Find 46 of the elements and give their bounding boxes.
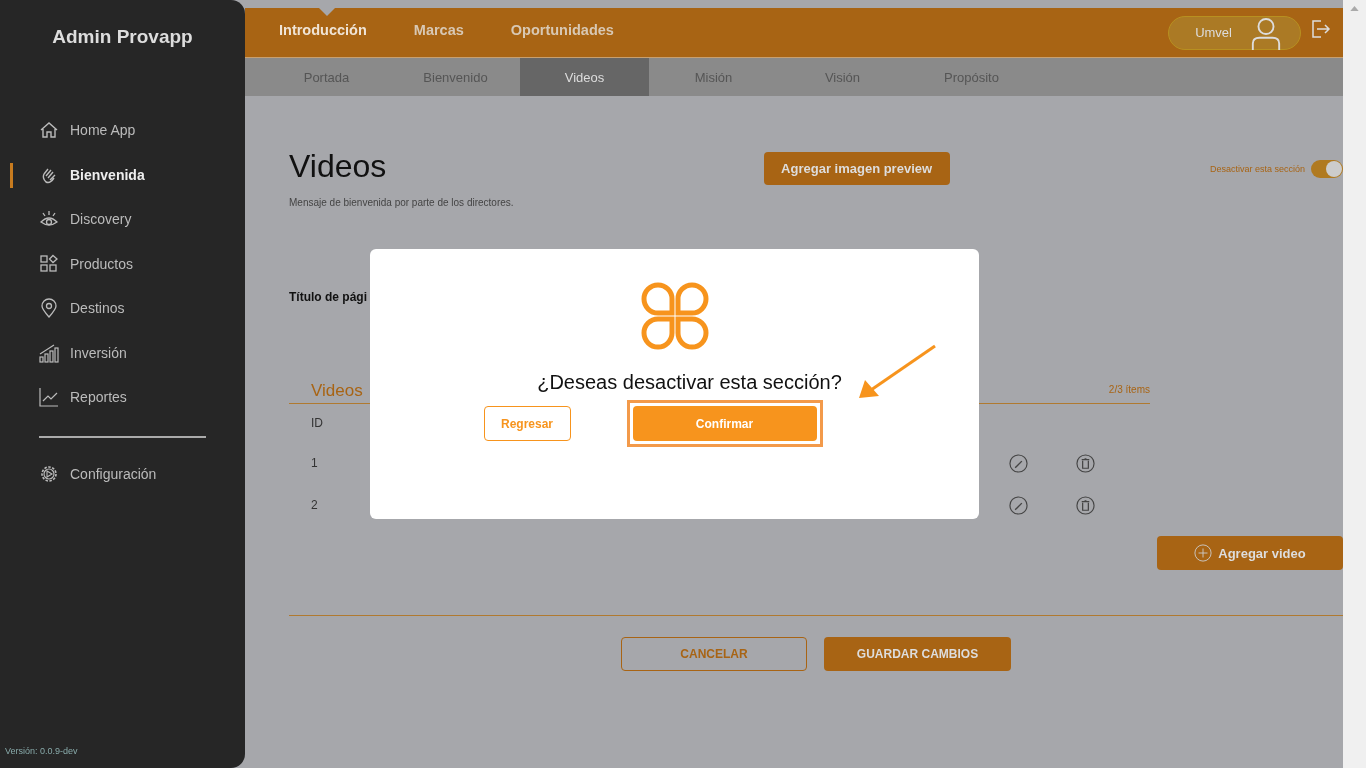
table-cell: 1 [311,456,318,470]
sidebar-item[interactable]: Reportes [39,375,206,420]
table-cell: 2 [311,498,318,512]
location-pin-icon [39,298,59,319]
sidebar-item[interactable]: Productos [39,241,206,286]
home-icon [39,120,59,141]
shapes-icon [39,253,59,274]
edit-icon[interactable] [1009,453,1028,473]
add-preview-button[interactable]: Agregar imagen preview [763,152,950,185]
toggle-label: Desactivar esta sección [1209,164,1305,174]
confirm-button[interactable]: Confirmar [632,406,817,441]
edit-icon[interactable] [1009,495,1028,515]
item-count: 2/3 ítems [1108,384,1150,395]
logout-icon[interactable] [1311,18,1331,39]
cancel-button[interactable]: CANCELAR [621,637,807,671]
sidebar-item[interactable]: Inversión [39,330,206,375]
save-button[interactable]: GUARDAR CAMBIOS [824,637,1011,671]
version-text: Versión: 0.0.9-dev [4,746,78,756]
line-chart-icon [39,387,59,408]
clover-logo-icon [639,281,710,351]
toggle-switch[interactable] [1311,160,1343,178]
settings-icon [39,463,59,484]
sidebar-item[interactable]: Home App [39,108,206,153]
page-subtitle: Mensaje de bienvenida por parte de los directores. [289,197,514,208]
scrollbar[interactable] [1343,0,1366,768]
app-title: Admin Provapp [51,26,194,48]
nav-tab[interactable]: Introducción [279,8,390,57]
sub-tab[interactable]: Videos [520,58,649,96]
nav-tab[interactable]: Marcas [413,8,487,57]
dialog-question: ¿Deseas desactivar esta sección? [537,371,842,394]
section-heading: Videos [311,381,363,401]
user-button[interactable]: Umvel [1168,15,1301,50]
nav-tab[interactable]: Oportunidades [510,8,637,57]
sidebar-item[interactable]: Discovery [39,197,206,242]
sidebar-item[interactable]: Configuración [39,451,206,496]
back-button[interactable]: Regresar [483,406,571,441]
trash-icon[interactable] [1076,453,1095,473]
page-title: Videos [289,148,388,185]
column-header: ID [311,416,323,430]
user-avatar-icon [1250,16,1282,51]
bar-chart-icon [39,342,59,363]
plus-icon [1194,544,1213,562]
add-video-button[interactable]: Agregar video [1157,536,1343,570]
sidebar-item[interactable]: Destinos [39,286,206,331]
trash-icon[interactable] [1076,495,1095,515]
field-label: Título de pági [289,290,367,304]
